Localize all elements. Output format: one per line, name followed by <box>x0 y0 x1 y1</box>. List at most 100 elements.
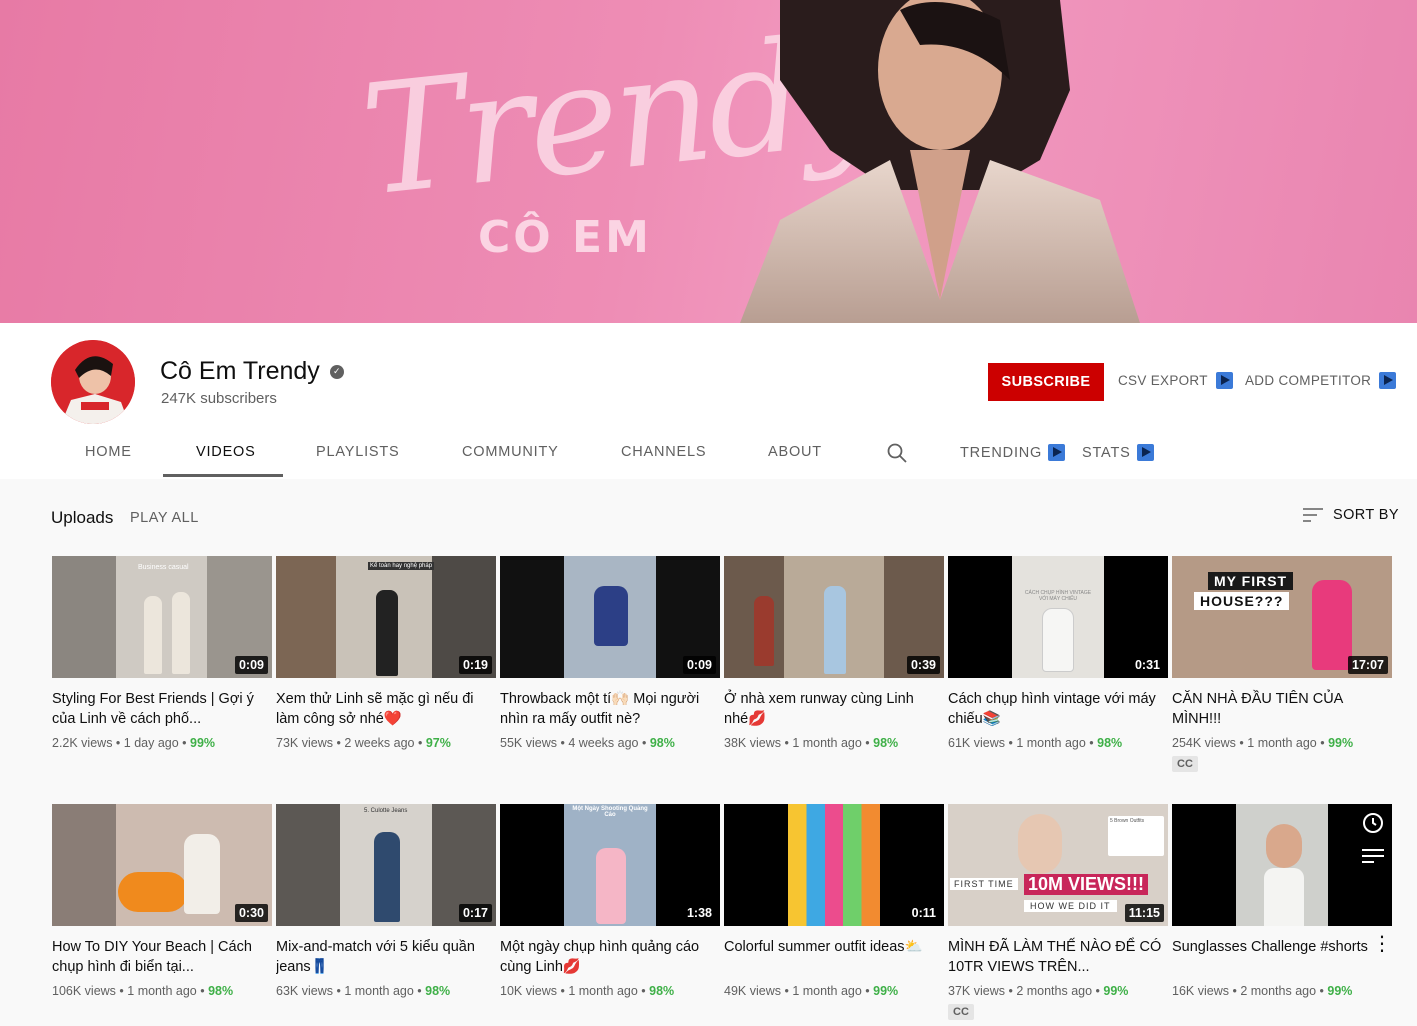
video-card[interactable]: Kể toàn hay nghệ pháp 0:19 Xem thử Linh … <box>276 556 496 750</box>
video-title[interactable]: MÌNH ĐÃ LÀM THẾ NÀO ĐỂ CÓ 10TR VIEWS TRÊ… <box>948 937 1168 977</box>
thumbnail-caption: MY FIRST <box>1208 572 1294 590</box>
active-tab-indicator <box>163 474 283 477</box>
video-thumbnail[interactable]: 0:39 <box>724 556 944 678</box>
tab-trending[interactable]: TRENDING <box>960 444 1066 461</box>
video-card[interactable]: MY FIRST HOUSE??? 17:07 CĂN NHÀ ĐẦU TIÊN… <box>1172 556 1392 772</box>
thumbnail-caption: 5. Culotte Jeans <box>364 808 408 814</box>
video-thumbnail[interactable]: 5. Culotte Jeans 0:17 <box>276 804 496 926</box>
tab-community[interactable]: COMMUNITY <box>462 444 559 460</box>
video-duration: 0:09 <box>682 656 716 674</box>
video-meta: 2.2K views • 1 day ago • 99% <box>52 736 216 750</box>
csv-export-button[interactable]: CSV EXPORT <box>1118 372 1233 389</box>
video-title[interactable]: Throwback một tí🙌🏻 Mọi người nhìn ra mấy… <box>500 689 720 729</box>
like-percent: 98% <box>649 984 675 998</box>
video-duration: 0:30 <box>234 904 268 922</box>
thumbnail-caption: HOW WE DID IT <box>1024 900 1117 912</box>
search-icon[interactable] <box>886 442 908 464</box>
video-card[interactable]: 0:30 How To DIY Your Beach | Cách chụp h… <box>52 804 272 998</box>
video-thumbnail[interactable]: 0:11 <box>724 804 944 926</box>
video-title[interactable]: Cách chụp hình vintage với máy chiếu📚 <box>948 689 1168 729</box>
tab-home[interactable]: HOME <box>85 444 132 460</box>
channel-avatar[interactable] <box>51 340 135 424</box>
video-title[interactable]: CĂN NHÀ ĐẦU TIÊN CỦA MÌNH!!! <box>1172 689 1392 729</box>
tab-stats[interactable]: STATS <box>1082 444 1154 461</box>
video-thumbnail[interactable]: 5 Brown Outfits FIRST TIME 10M VIEWS!!! … <box>948 804 1168 926</box>
video-thumbnail[interactable]: Kể toàn hay nghệ pháp 0:19 <box>276 556 496 678</box>
view-count: 106K views <box>52 984 116 998</box>
subscribe-button[interactable]: SUBSCRIBE <box>988 363 1104 401</box>
like-percent: 99% <box>190 736 216 750</box>
tab-about[interactable]: ABOUT <box>768 444 822 460</box>
view-count: 55K views <box>500 736 557 750</box>
uploads-title: Uploads <box>51 508 114 527</box>
clock-icon[interactable] <box>1362 812 1384 834</box>
play-all-button[interactable]: PLAY ALL <box>130 510 199 526</box>
subscriber-count: 247K subscribers <box>161 390 277 407</box>
thumbnail-caption: 5 Brown Outfits <box>1110 818 1145 824</box>
video-duration: 0:11 <box>907 904 940 922</box>
video-title[interactable]: Ở nhà xem runway cùng Linh nhé💋 <box>724 689 944 729</box>
view-count: 61K views <box>948 736 1005 750</box>
video-duration: 0:39 <box>906 656 940 674</box>
view-count: 2.2K views <box>52 736 113 750</box>
video-thumbnail[interactable]: Business casual 0:09 <box>52 556 272 678</box>
thumbnail-caption: CÁCH CHỤP HÌNH VINTAGE VỚI MÁY CHIẾU <box>1024 590 1092 602</box>
video-thumbnail[interactable] <box>1172 804 1392 926</box>
tab-trending-label: TRENDING <box>960 444 1043 461</box>
video-meta: 10K views • 1 month ago • 98% <box>500 984 675 998</box>
upload-age: 1 month ago <box>127 984 197 998</box>
like-percent: 99% <box>873 984 899 998</box>
csv-export-label: CSV EXPORT <box>1118 373 1208 388</box>
video-card[interactable]: 0:09 Throwback một tí🙌🏻 Mọi người nhìn r… <box>500 556 720 750</box>
play-flag-icon <box>1215 372 1233 389</box>
tab-playlists[interactable]: PLAYLISTS <box>316 444 400 460</box>
video-thumbnail[interactable]: 0:30 <box>52 804 272 926</box>
like-percent: 99% <box>1327 984 1353 998</box>
video-duration: 0:19 <box>458 656 492 674</box>
like-percent: 98% <box>208 984 234 998</box>
video-card[interactable]: 0:11 Colorful summer outfit ideas⛅ 49K v… <box>724 804 944 998</box>
video-card[interactable]: Business casual 0:09 Styling For Best Fr… <box>52 556 272 750</box>
video-title[interactable]: Colorful summer outfit ideas⛅ <box>724 937 944 977</box>
video-card[interactable]: 0:39 Ở nhà xem runway cùng Linh nhé💋 38K… <box>724 556 944 750</box>
view-count: 37K views <box>948 984 1005 998</box>
verified-check-icon: ✓ <box>329 364 344 379</box>
video-title[interactable]: Xem thử Linh sẽ mặc gì nếu đi làm công s… <box>276 689 496 729</box>
like-percent: 98% <box>873 736 899 750</box>
channel-name-text: Cô Em Trendy <box>160 357 320 385</box>
video-meta: 37K views • 2 months ago • 99% <box>948 984 1129 998</box>
video-thumbnail[interactable]: CÁCH CHỤP HÌNH VINTAGE VỚI MÁY CHIẾU 0:3… <box>948 556 1168 678</box>
sort-by-button[interactable]: SORT BY <box>1303 507 1399 523</box>
video-title[interactable]: Sunglasses Challenge #shorts <box>1172 937 1392 977</box>
video-title[interactable]: Styling For Best Friends | Gợi ý của Lin… <box>52 689 272 729</box>
upload-age: 2 months ago <box>1016 984 1093 998</box>
play-flag-icon <box>1136 444 1154 461</box>
kebab-menu-icon[interactable]: ⋮ <box>1372 934 1392 954</box>
tab-channels[interactable]: CHANNELS <box>621 444 706 460</box>
video-card[interactable]: Một Ngày Shooting Quảng Cáo 1:38 Một ngà… <box>500 804 720 998</box>
video-title[interactable]: How To DIY Your Beach | Cách chụp hình đ… <box>52 937 272 977</box>
video-thumbnail[interactable]: MY FIRST HOUSE??? 17:07 <box>1172 556 1392 678</box>
video-thumbnail[interactable]: 0:09 <box>500 556 720 678</box>
view-count: 73K views <box>276 736 333 750</box>
view-count: 63K views <box>276 984 333 998</box>
video-card[interactable]: CÁCH CHỤP HÌNH VINTAGE VỚI MÁY CHIẾU 0:3… <box>948 556 1168 750</box>
video-meta: 61K views • 1 month ago • 98% <box>948 736 1123 750</box>
add-competitor-button[interactable]: ADD COMPETITOR <box>1245 372 1397 389</box>
video-card[interactable]: Sunglasses Challenge #shorts 16K views •… <box>1172 804 1392 998</box>
video-meta: 55K views • 4 weeks ago • 98% <box>500 736 675 750</box>
sort-icon <box>1303 508 1323 522</box>
video-card[interactable]: 5. Culotte Jeans 0:17 Mix-and-match với … <box>276 804 496 998</box>
like-percent: 99% <box>1103 984 1129 998</box>
video-meta: 254K views • 1 month ago • 99% <box>1172 736 1354 750</box>
add-to-queue-icon[interactable] <box>1362 848 1384 864</box>
video-card[interactable]: 5 Brown Outfits FIRST TIME 10M VIEWS!!! … <box>948 804 1168 1020</box>
video-thumbnail[interactable]: Một Ngày Shooting Quảng Cáo 1:38 <box>500 804 720 926</box>
tab-videos[interactable]: VIDEOS <box>196 444 256 460</box>
channel-banner: Trendy CÔ EM <box>0 0 1417 323</box>
like-percent: 98% <box>649 736 675 750</box>
video-title[interactable]: Một ngày chụp hình quảng cáo cùng Linh💋 <box>500 937 720 977</box>
upload-age: 1 day ago <box>123 736 179 750</box>
video-title[interactable]: Mix-and-match với 5 kiểu quần jeans👖 <box>276 937 496 977</box>
like-percent: 98% <box>1097 736 1123 750</box>
